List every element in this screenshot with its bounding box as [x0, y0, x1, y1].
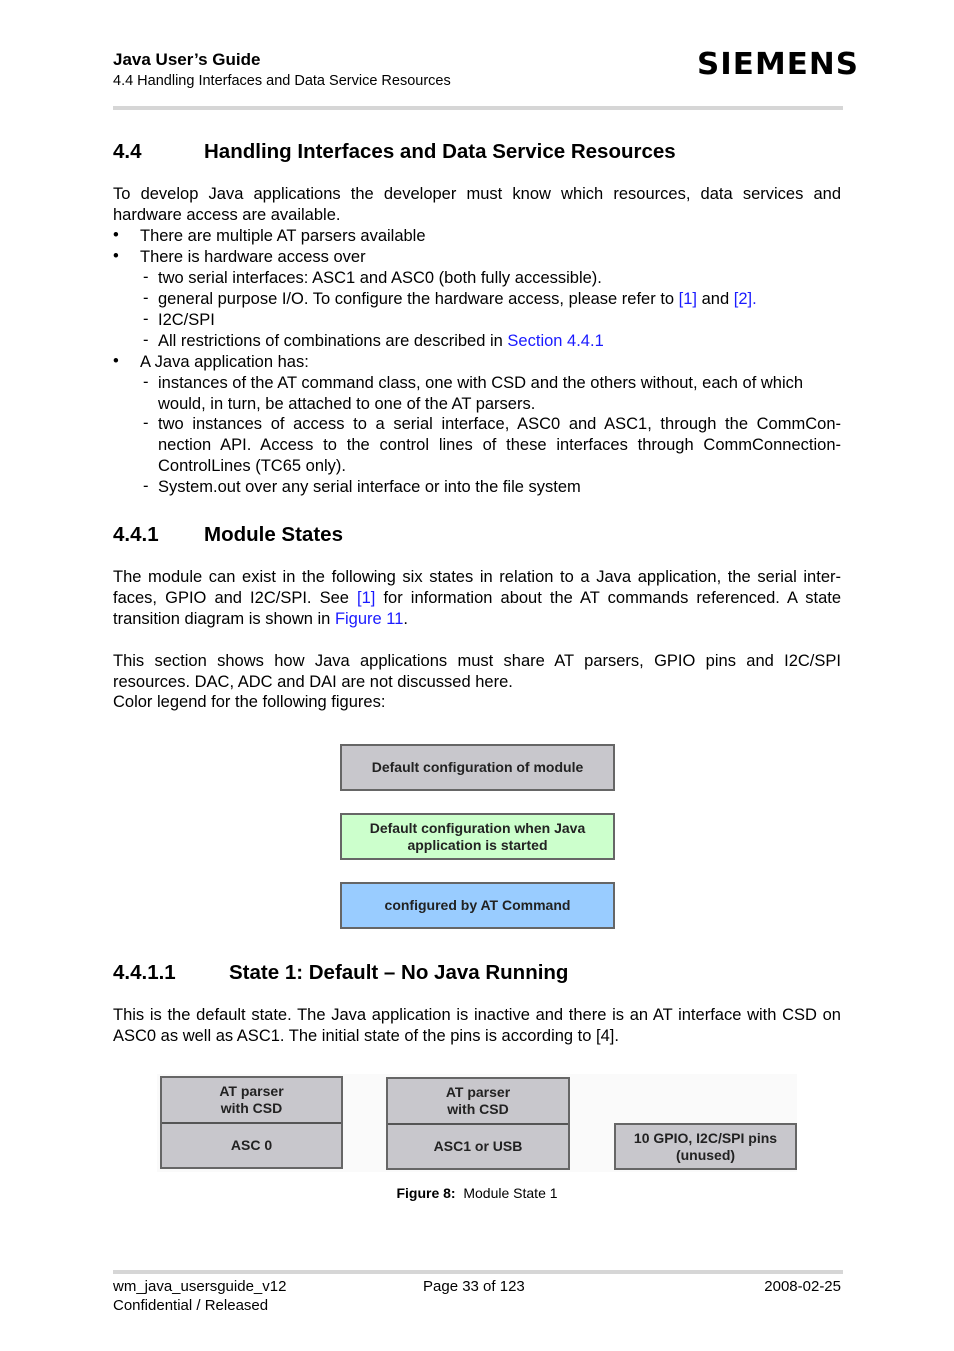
section-link[interactable]: Section 4.4.1	[507, 332, 603, 350]
intro-paragraph: To develop Java applications the develop…	[113, 185, 841, 224]
section-title: Handling Interfaces and Data Service Res…	[204, 140, 676, 163]
reference-link-1[interactable]: [1]	[679, 290, 697, 308]
text: .	[403, 610, 409, 628]
sub-list-item: System.out over any serial interface or …	[158, 478, 581, 496]
sub-list-item: general purpose I/O. To configure the ha…	[158, 289, 757, 310]
reference-link-1[interactable]: [1]	[357, 589, 375, 607]
legend-default-module: Default configuration of module	[340, 744, 615, 791]
sub-list-item: All restrictions of combinations are des…	[158, 331, 604, 352]
figure-caption: Figure 8: Module State 1	[0, 1185, 954, 1201]
figure-11-link[interactable]: Figure 11	[335, 610, 403, 628]
header-section-ref: 4.4 Handling Interfaces and Data Service…	[113, 73, 451, 89]
resources-paragraph: This section shows how Java applications…	[113, 652, 841, 691]
sub-list-item: two serial interfaces: ASC1 and ASC0 (bo…	[158, 269, 602, 287]
at-parser-cell: AT parser with CSD	[162, 1078, 341, 1122]
legend-at-command: configured by AT Command	[340, 882, 615, 929]
footer-date: 2008-02-25	[764, 1278, 841, 1295]
section-title: Module States	[204, 523, 343, 546]
bullet-glyph: •	[113, 226, 119, 244]
footer-doc-id: wm_java_usersguide_v12	[113, 1278, 287, 1295]
state-1-paragraph: This is the default state. The Java appl…	[113, 1006, 841, 1045]
section-number: 4.4.1.1	[113, 961, 176, 984]
sub-list-item-line: nection API. Access to the control lines…	[158, 436, 841, 454]
list-item: There are multiple AT parsers available	[140, 227, 426, 245]
footer-page-number: Page 33 of 123	[423, 1278, 525, 1295]
text: All restrictions of combinations are des…	[158, 332, 508, 350]
dash-glyph: -	[143, 310, 149, 328]
list-item: A Java application has:	[140, 353, 309, 371]
dash-glyph: -	[143, 268, 149, 286]
gpio-pins-block: 10 GPIO, I2C/SPI pins (unused)	[614, 1123, 797, 1170]
sub-list-item-line: two instances of access to a serial inte…	[158, 415, 841, 433]
reference-link-2[interactable]: [2]	[734, 290, 752, 308]
siemens-logo: SIEMENS	[697, 47, 860, 82]
document-title: Java User’s Guide	[113, 50, 261, 69]
sub-list-item-line: instances of the AT command class, one w…	[158, 374, 804, 392]
legend-intro: Color legend for the following figures:	[113, 693, 386, 711]
dash-glyph: -	[143, 477, 149, 495]
section-title: State 1: Default – No Java Running	[229, 961, 569, 984]
dash-glyph: -	[143, 289, 149, 307]
text: and	[697, 290, 734, 308]
module-states-paragraph: The module can exist in the following si…	[113, 567, 841, 630]
bullet-glyph: •	[113, 352, 119, 370]
sub-list-item: I2C/SPI	[158, 311, 215, 329]
sub-list-item-line: ControlLines (TC65 only).	[158, 457, 346, 475]
caption-text: Module State 1	[463, 1185, 558, 1201]
list-item: There is hardware access over	[140, 248, 366, 266]
asc0-cell: ASC 0	[162, 1121, 341, 1167]
section-number: 4.4.1	[113, 523, 159, 546]
text: general purpose I/O. To configure the ha…	[158, 290, 679, 308]
asc1-usb-cell: ASC1 or USB	[388, 1122, 568, 1168]
dash-glyph: -	[143, 414, 149, 432]
dash-glyph: -	[143, 373, 149, 391]
header-divider	[113, 106, 843, 110]
section-number: 4.4	[113, 140, 142, 163]
caption-label: Figure 8:	[396, 1185, 456, 1201]
sub-list-item-line: would, in turn, be attached to one of th…	[158, 395, 536, 413]
asc1-block: AT parser with CSD ASC1 or USB	[386, 1077, 570, 1170]
footer-divider	[113, 1270, 843, 1274]
footer-status: Confidential / Released	[113, 1297, 269, 1314]
bullet-glyph: •	[113, 247, 119, 265]
asc0-block: AT parser with CSD ASC 0	[160, 1076, 343, 1169]
dash-glyph: -	[143, 331, 149, 349]
text: .	[752, 290, 757, 308]
at-parser-cell: AT parser with CSD	[388, 1079, 568, 1123]
legend-java-started: Default configuration when Java applicat…	[340, 813, 615, 860]
